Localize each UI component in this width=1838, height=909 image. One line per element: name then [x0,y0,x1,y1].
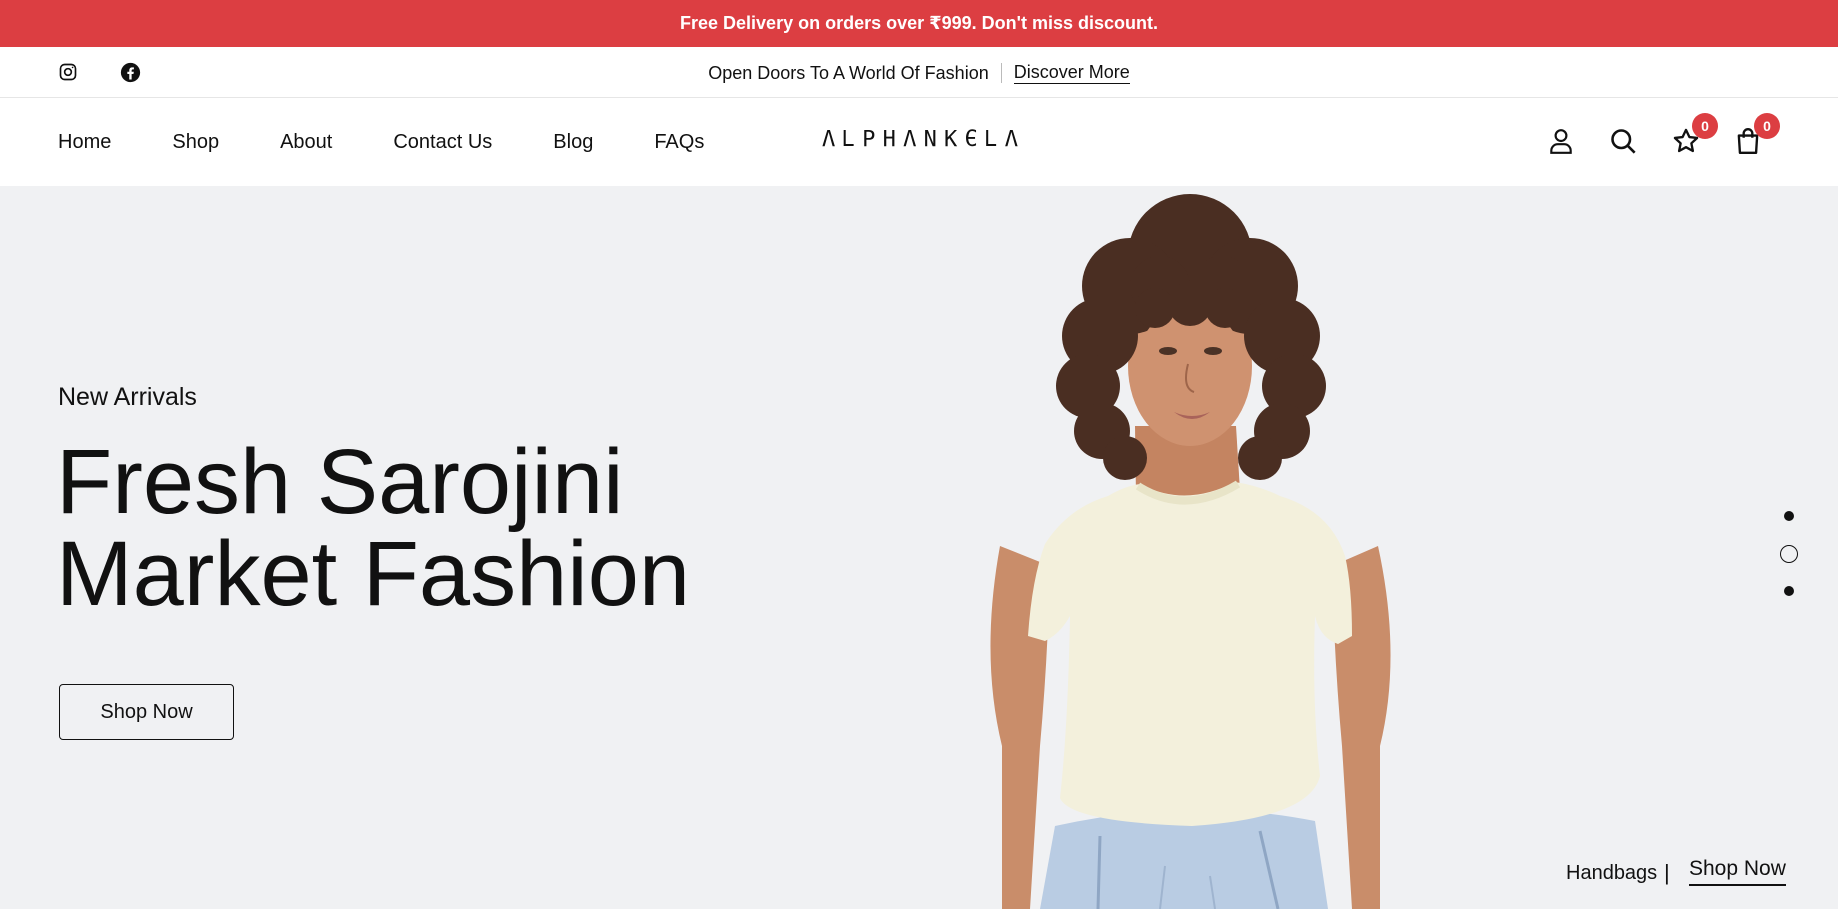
promo-bar: Free Delivery on orders over ₹999. Don't… [0,0,1838,47]
hero-eyebrow: New Arrivals [58,383,197,411]
caption-category: Handbags [1566,862,1658,884]
slide-dot-2-active[interactable] [1780,545,1798,563]
nav-link-shop[interactable]: Shop [172,131,219,154]
caption-shop-now-link[interactable]: Shop Now [1689,857,1786,886]
hero-model-image [990,194,1391,909]
logo-letter: Η [882,126,896,152]
logo-letter: Κ [944,126,958,152]
tagline-group: Open Doors To A World Of Fashion Discove… [0,47,1838,98]
tagline-text: Open Doors To A World Of Fashion [708,62,1002,83]
logo-letter: Ρ [862,126,876,152]
top-strip: Open Doors To A World Of Fashion Discove… [0,47,1838,98]
logo-letter: Ν [923,126,937,152]
caption-separator: | [1664,860,1670,885]
main-navbar: Home Shop About Contact Us Blog FAQs Λ Ꮮ… [0,98,1838,186]
nav-link-blog[interactable]: Blog [553,131,593,154]
search-icon[interactable] [1606,124,1640,158]
user-icon[interactable] [1544,124,1578,158]
promo-text: Free Delivery on orders over ₹999. Don't… [680,13,1158,33]
logo-letter: Λ [903,126,917,152]
hero-banner: New Arrivals Fresh Sarojini Market Fashi… [0,186,1838,909]
nav-link-about[interactable]: About [280,131,332,154]
brand-logo[interactable]: Λ Ꮮ Ρ Η Λ Ν Κ Є Ꮮ Λ [822,126,1018,152]
nav-link-home[interactable]: Home [58,131,111,154]
nav-links: Home Shop About Contact Us Blog FAQs [58,98,765,186]
slide-dot-1[interactable] [1784,511,1794,521]
logo-letter: Ꮮ [984,126,998,152]
discover-more-link[interactable]: Discover More [1013,62,1130,84]
logo-letter: Λ [822,126,836,152]
hero-title-line-1: Fresh Sarojini [56,431,624,533]
logo-letter: Λ [1004,126,1018,152]
logo-letter: Є [964,126,978,152]
slide-dot-3[interactable] [1784,586,1794,596]
hero-title: Fresh Sarojini Market Fashion [56,436,690,620]
cart-count-badge: 0 [1754,113,1780,139]
hero-shop-now-button[interactable]: Shop Now [59,684,234,740]
nav-link-contact[interactable]: Contact Us [393,131,492,154]
hero-title-line-2: Market Fashion [56,523,691,625]
nav-link-faqs[interactable]: FAQs [654,131,704,154]
wishlist-count-badge: 0 [1692,113,1718,139]
logo-letter: Ꮮ [842,126,855,152]
